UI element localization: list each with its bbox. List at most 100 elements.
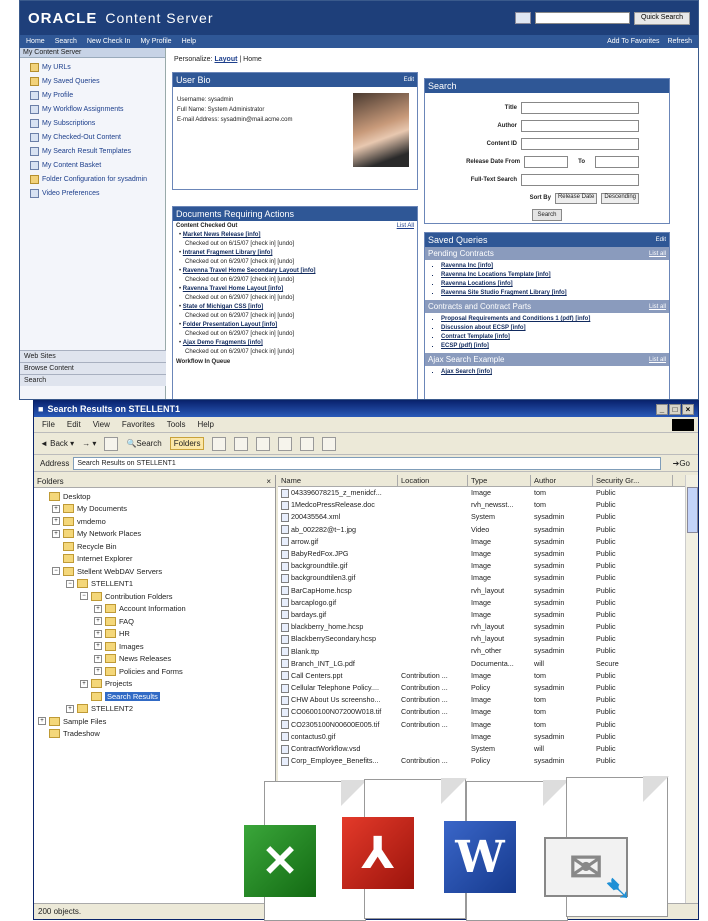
back-button[interactable]: ◄ Back ▾: [40, 439, 74, 448]
saved-query-link[interactable]: Ravenna Site Studio Fragment Library [in…: [441, 289, 669, 298]
checked-out-item[interactable]: • Market News Release [info] Checked out …: [173, 231, 417, 249]
file-row[interactable]: ab_002282@t~1.jpg Video sysadmin Public: [278, 524, 686, 536]
file-row[interactable]: contactus0.gif Image sysadmin Public: [278, 731, 686, 743]
list-all-link[interactable]: List all: [649, 251, 666, 257]
accordion-web-sites[interactable]: Web Sites: [20, 350, 166, 362]
sidebar-item[interactable]: Folder Configuration for sysadmin: [24, 172, 161, 186]
tree-node[interactable]: − STELLENT1: [34, 578, 275, 591]
menu-favorites[interactable]: Favorites: [122, 420, 155, 429]
accordion-search[interactable]: Search: [20, 374, 166, 386]
file-row[interactable]: barcaplogo.gif Image sysadmin Public: [278, 597, 686, 609]
sidebar-item[interactable]: My Saved Queries: [24, 74, 161, 88]
tree-node[interactable]: + Projects: [34, 678, 275, 691]
saved-query-link[interactable]: Contract Template [info]: [441, 333, 669, 342]
checked-out-item[interactable]: • Ravenna Travel Home Secondary Layout […: [173, 267, 417, 285]
col-location[interactable]: Location: [398, 475, 468, 486]
search-scope-select[interactable]: [514, 12, 531, 24]
nav-profile[interactable]: My Profile: [140, 38, 171, 45]
expand-icon[interactable]: −: [52, 567, 60, 576]
file-row[interactable]: 043396078215_z_menidcf... Image tom Public: [278, 487, 686, 499]
saved-edit-link[interactable]: Edit: [656, 237, 666, 243]
saved-query-link[interactable]: Ravenna Inc Locations Template [info]: [441, 271, 669, 280]
move-to-icon[interactable]: [234, 436, 249, 451]
file-row[interactable]: Cellular Telephone Policy.... Contributio…: [278, 682, 686, 694]
tree-node[interactable]: Search Results: [34, 690, 275, 703]
expand-icon[interactable]: +: [94, 629, 102, 638]
file-row[interactable]: CHW About Us screensho... Contribution ..…: [278, 694, 686, 706]
nav-checkin[interactable]: New Check In: [87, 38, 131, 45]
saved-query-link[interactable]: Ravenna Locations [info]: [441, 280, 669, 289]
scroll-thumb[interactable]: [687, 487, 698, 533]
sort-order-select[interactable]: Descending: [601, 192, 639, 204]
expand-icon[interactable]: +: [52, 529, 60, 538]
expand-icon[interactable]: −: [66, 579, 74, 588]
bio-edit-link[interactable]: Edit: [404, 77, 414, 83]
undo-icon[interactable]: [300, 436, 315, 451]
tree-node[interactable]: + HR: [34, 628, 275, 641]
sidebar-item[interactable]: My Checked-Out Content: [24, 130, 161, 144]
checked-out-item[interactable]: • Intranet Fragment Library [info] Checke…: [173, 249, 417, 267]
file-row[interactable]: CO2305100N00600E005.tif Contribution ... I…: [278, 719, 686, 731]
tree-node[interactable]: Tradeshow: [34, 728, 275, 741]
sidebar-item[interactable]: My Profile: [24, 88, 161, 102]
search-button[interactable]: 🔍Search: [126, 439, 161, 448]
file-row[interactable]: CO0600100N07200W018.tif Contribution ... I…: [278, 706, 686, 718]
tree-node[interactable]: + Images: [34, 640, 275, 653]
file-row[interactable]: bardays.gif Image sysadmin Public: [278, 609, 686, 621]
file-row[interactable]: ContractWorkflow.vsd System will Public: [278, 743, 686, 755]
tree-node[interactable]: + Account Information: [34, 603, 275, 616]
tree-node[interactable]: + STELLENT2: [34, 703, 275, 716]
file-row[interactable]: BabyRedFox.JPG Image sysadmin Public: [278, 548, 686, 560]
up-folder-icon[interactable]: [104, 436, 119, 451]
saved-query-link[interactable]: ECSP (pdf) [info]: [441, 342, 669, 351]
copy-to-icon[interactable]: [256, 436, 271, 451]
tree-node[interactable]: Recycle Bin: [34, 540, 275, 553]
history-icon[interactable]: [212, 436, 227, 451]
tree-node[interactable]: − Stellent WebDAV Servers: [34, 565, 275, 578]
quick-search-input[interactable]: [534, 12, 630, 24]
expand-icon[interactable]: +: [94, 667, 102, 676]
expand-icon[interactable]: +: [94, 604, 102, 613]
sidebar-item[interactable]: My Workflow Assignments: [24, 102, 161, 116]
sidebar-item[interactable]: My Subscriptions: [24, 116, 161, 130]
tree-node[interactable]: + Policies and Forms: [34, 665, 275, 678]
menu-view[interactable]: View: [93, 420, 110, 429]
minimize-button[interactable]: _: [656, 403, 668, 415]
accordion-browse-content[interactable]: Browse Content: [20, 362, 166, 374]
menu-tools[interactable]: Tools: [167, 420, 186, 429]
file-row[interactable]: Corp_Employee_Benefits... Contribution ..…: [278, 755, 686, 767]
saved-query-link[interactable]: Ravenna Inc [info]: [441, 262, 669, 271]
file-row[interactable]: Blank.ttp rvh_other sysadmin Public: [278, 645, 686, 657]
sort-by-select[interactable]: Release Date: [554, 192, 598, 204]
saved-query-link[interactable]: Ajax Search [info]: [441, 368, 669, 377]
vertical-scrollbar[interactable]: [685, 475, 698, 903]
file-row[interactable]: blackberry_home.hcsp rvh_layout sysadmin Pu…: [278, 621, 686, 633]
content-id-field[interactable]: [521, 138, 639, 150]
file-row[interactable]: BarCapHome.hcsp rvh_layout sysadmin Public: [278, 585, 686, 597]
views-icon[interactable]: [322, 436, 337, 451]
file-row[interactable]: arrow.gif Image sysadmin Public: [278, 536, 686, 548]
nav-home[interactable]: Home: [26, 38, 45, 45]
col-security[interactable]: Security Gr...: [593, 475, 673, 486]
menu-file[interactable]: File: [42, 420, 55, 429]
close-button[interactable]: ×: [682, 403, 694, 415]
sidebar-item[interactable]: My Search Result Templates: [24, 144, 161, 158]
list-all-link[interactable]: List All: [397, 223, 414, 229]
title-field[interactable]: [521, 102, 639, 114]
file-row[interactable]: backgroundtilen3.gif Image sysadmin Public: [278, 572, 686, 584]
date-to-field[interactable]: [595, 156, 639, 168]
sidebar-item[interactable]: Video Preferences: [24, 186, 161, 200]
expand-icon[interactable]: +: [94, 654, 102, 663]
refresh-link[interactable]: Refresh: [667, 38, 692, 45]
file-row[interactable]: backgroundtile.gif Image sysadmin Public: [278, 560, 686, 572]
tree-node[interactable]: + My Network Places: [34, 528, 275, 541]
checked-out-item[interactable]: • Folder Presentation Layout [info] Check…: [173, 321, 417, 339]
file-row[interactable]: 1MedcoPressRelease.doc rvh_newsst... tom Pu…: [278, 499, 686, 511]
file-row[interactable]: Branch_INT_LG.pdf Documenta... will Secure: [278, 658, 686, 670]
expand-icon[interactable]: +: [66, 704, 74, 713]
tree-node[interactable]: Desktop: [34, 490, 275, 503]
expand-icon[interactable]: +: [94, 617, 102, 626]
list-all-link[interactable]: List all: [649, 357, 666, 363]
sidebar-item[interactable]: My URLs: [24, 60, 161, 74]
expand-icon[interactable]: +: [52, 504, 60, 513]
